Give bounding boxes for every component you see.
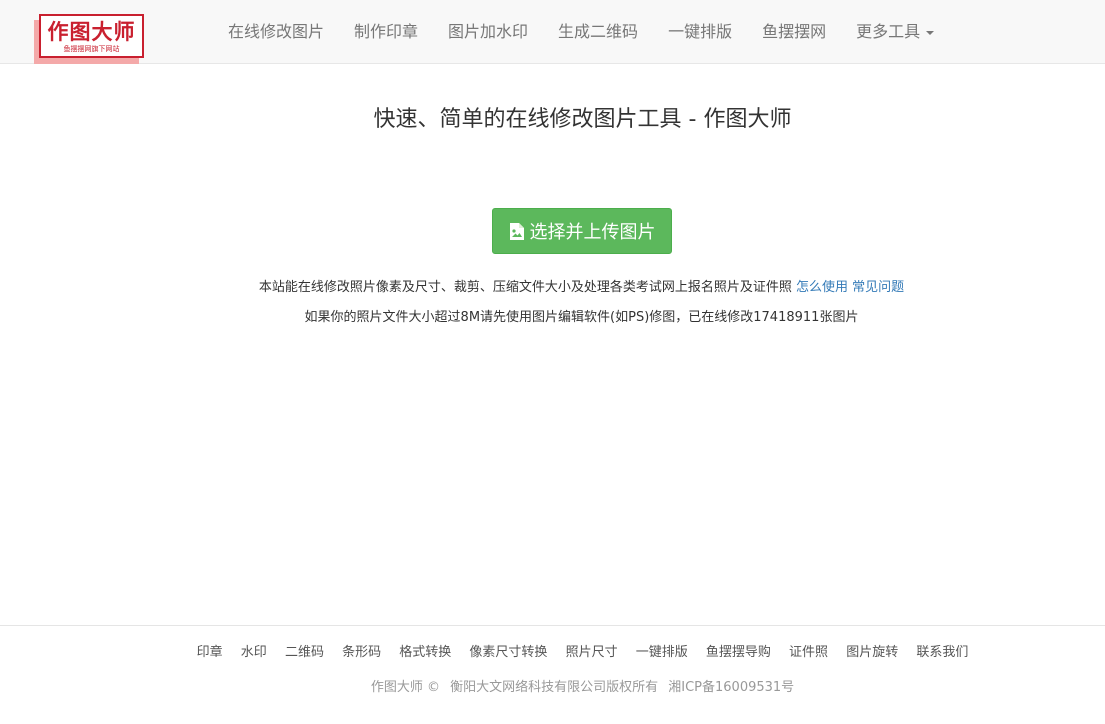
nav-item-layout[interactable]: 一键排版 (653, 0, 747, 64)
footer-links: 印章 水印 二维码 条形码 格式转换 像素尺寸转换 照片尺寸 一键排版 鱼摆摆导… (0, 641, 1105, 660)
footer-link-watermark[interactable]: 水印 (241, 641, 267, 660)
navbar: 作图大师 鱼摆摆网旗下网站 在线修改图片 制作印章 图片加水印 生成二维码 一键… (0, 0, 1105, 64)
footer-link-seal[interactable]: 印章 (197, 641, 223, 660)
nav-item-yubaibai[interactable]: 鱼摆摆网 (747, 0, 841, 64)
upload-image-button[interactable]: 选择并上传图片 (492, 208, 672, 254)
logo-subtitle: 鱼摆摆网旗下网站 (63, 45, 120, 53)
nav-item-qrcode[interactable]: 生成二维码 (543, 0, 653, 64)
upload-button-label: 选择并上传图片 (529, 222, 656, 243)
faq-link[interactable]: 常见问题 (852, 280, 904, 295)
page-title: 快速、简单的在线修改图片工具 - 作图大师 (373, 107, 792, 132)
nav-item-make-seal[interactable]: 制作印章 (339, 0, 433, 64)
nav-item-edit-image[interactable]: 在线修改图片 (213, 0, 339, 64)
how-to-use-link[interactable]: 怎么使用 (796, 280, 848, 295)
footer-link-format-convert[interactable]: 格式转换 (399, 641, 451, 660)
main-nav: 在线修改图片 制作印章 图片加水印 生成二维码 一键排版 鱼摆摆网 更多工具 (213, 0, 949, 64)
icp-number[interactable]: 湘ICP备16009531号 (668, 680, 794, 695)
footer-link-layout[interactable]: 一键排版 (636, 641, 688, 660)
copyright-brand: 作图大师 © (370, 680, 440, 695)
more-tools-label: 更多工具 (856, 22, 921, 41)
nav-item-watermark[interactable]: 图片加水印 (433, 0, 543, 64)
footer-link-pixel-convert[interactable]: 像素尺寸转换 (469, 641, 547, 660)
footer-link-id-photo[interactable]: 证件照 (789, 641, 828, 660)
footer-divider (0, 625, 1105, 626)
info-text: 本站能在线修改照片像素及尺寸、裁剪、压缩文件大小及处理各类考试网上报名照片及证件… (0, 276, 1105, 295)
copyright: 作图大师 © 衡阳大文网络科技有限公司版权所有 湘ICP备16009531号 (0, 676, 1105, 695)
footer-link-rotate[interactable]: 图片旋转 (846, 641, 898, 660)
footer-link-photo-size[interactable]: 照片尺寸 (566, 641, 618, 660)
footer-link-qrcode[interactable]: 二维码 (285, 641, 324, 660)
image-file-icon (509, 222, 524, 240)
caret-down-icon (926, 30, 935, 35)
footer-link-barcode[interactable]: 条形码 (342, 641, 381, 660)
notice-text: 如果你的照片文件大小超过8M请先使用图片编辑软件(如PS)修图，已在线修改174… (304, 310, 859, 325)
footer-link-contact[interactable]: 联系我们 (916, 641, 968, 660)
nav-item-more-tools[interactable]: 更多工具 (841, 0, 949, 64)
logo-box: 作图大师 鱼摆摆网旗下网站 (39, 14, 144, 58)
site-logo[interactable]: 作图大师 鱼摆摆网旗下网站 (34, 14, 146, 64)
footer-link-yubaibai-shop[interactable]: 鱼摆摆导购 (706, 641, 771, 660)
info-description: 本站能在线修改照片像素及尺寸、裁剪、压缩文件大小及处理各类考试网上报名照片及证件… (258, 280, 792, 295)
copyright-company: 衡阳大文网络科技有限公司版权所有 (450, 680, 659, 695)
logo-title: 作图大师 (47, 20, 136, 44)
